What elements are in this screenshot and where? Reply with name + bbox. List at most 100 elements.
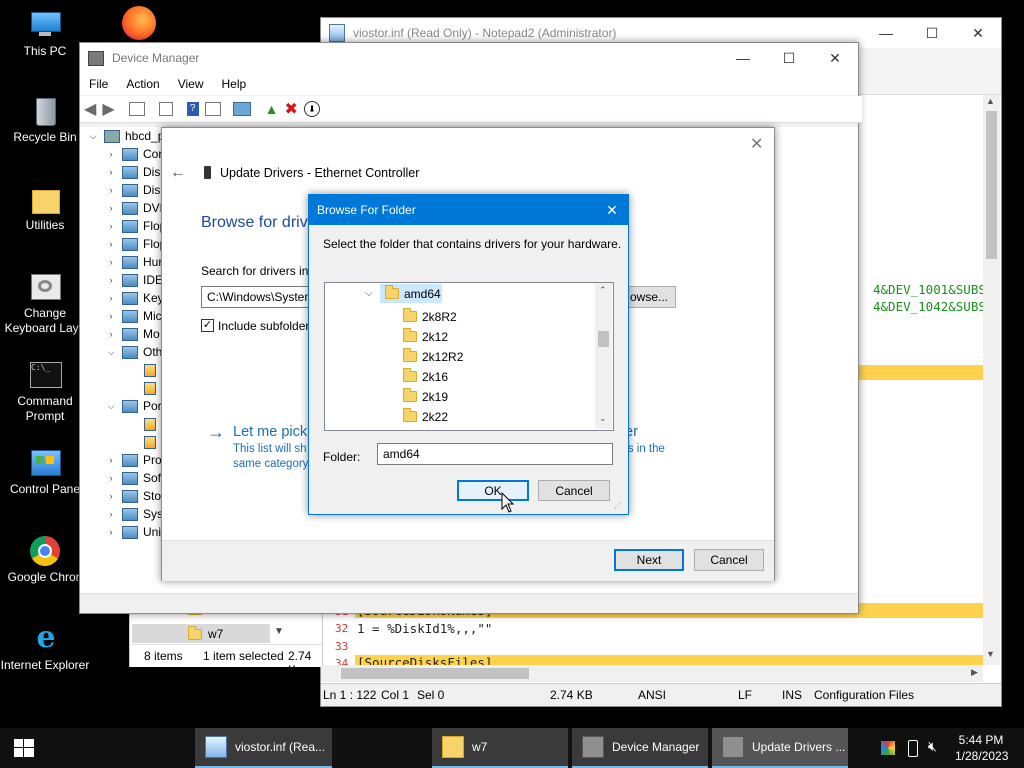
volume-muted-icon[interactable]: 🔇︎ bbox=[928, 738, 937, 755]
tree-category[interactable]: › Disk bbox=[106, 163, 167, 181]
taskbar-item-device-manager[interactable]: Device Manager bbox=[572, 728, 708, 768]
chevron-right-icon[interactable]: › bbox=[106, 221, 116, 231]
tree-item[interactable]: 2k22 bbox=[422, 410, 448, 424]
tree-device-item[interactable] bbox=[138, 379, 161, 397]
tree-item[interactable]: 2k19 bbox=[422, 390, 448, 404]
tree-item[interactable]: 2k12R2 bbox=[422, 350, 463, 364]
chevron-right-icon[interactable]: › bbox=[106, 455, 116, 465]
chevron-down-icon[interactable]: ⌵ bbox=[106, 347, 116, 358]
tree-category[interactable]: › IDE bbox=[106, 271, 164, 289]
desktop-icon-command-prompt[interactable]: C:\_ Command Prompt bbox=[0, 360, 90, 424]
scan-hardware-icon[interactable] bbox=[232, 102, 251, 116]
tree-item-selected[interactable]: amd64 bbox=[404, 287, 441, 301]
maximize-button[interactable]: ☐ bbox=[909, 18, 955, 48]
tree-item[interactable]: 2k8R2 bbox=[422, 310, 457, 324]
cancel-button[interactable]: Cancel bbox=[694, 549, 764, 571]
resize-grip-icon[interactable]: ⋰ bbox=[614, 501, 622, 510]
tree-category[interactable]: › Soft bbox=[106, 469, 165, 487]
menu-action[interactable]: Action bbox=[117, 77, 168, 91]
tree-category[interactable]: › Hur bbox=[106, 253, 163, 271]
help-icon[interactable]: ? bbox=[186, 102, 199, 116]
scroll-down-icon[interactable]: ⌄ bbox=[599, 413, 607, 424]
desktop-icon-utilities[interactable]: Utilities bbox=[0, 184, 90, 233]
scroll-up-icon[interactable]: ⌃ bbox=[599, 285, 607, 296]
update-driver-icon[interactable]: ▲ bbox=[265, 101, 279, 117]
usb-tray-icon[interactable] bbox=[908, 740, 918, 757]
color-tray-icon[interactable] bbox=[881, 741, 895, 755]
chevron-right-icon[interactable]: › bbox=[106, 329, 116, 339]
next-button[interactable]: Next bbox=[614, 549, 684, 571]
chevron-right-icon[interactable]: › bbox=[106, 527, 116, 537]
ok-button[interactable]: OK bbox=[457, 480, 529, 501]
minimize-button[interactable]: — bbox=[720, 43, 766, 73]
chevron-right-icon[interactable]: › bbox=[106, 203, 116, 213]
chevron-right-icon[interactable]: › bbox=[106, 275, 116, 285]
chevron-right-icon[interactable]: › bbox=[106, 311, 116, 321]
minimize-button[interactable]: — bbox=[863, 18, 909, 48]
chevron-right-icon[interactable]: › bbox=[106, 185, 116, 195]
tree-category[interactable]: › Mo bbox=[106, 325, 160, 343]
close-button[interactable]: ✕ bbox=[812, 43, 858, 73]
close-button[interactable]: ✕ bbox=[750, 134, 763, 154]
tree-category[interactable]: › Cor bbox=[106, 145, 163, 163]
view-icon[interactable] bbox=[204, 102, 221, 116]
desktop-icon-chrome[interactable]: Google Chron bbox=[0, 536, 90, 585]
chevron-right-icon[interactable]: › bbox=[106, 473, 116, 483]
maximize-button[interactable]: ☐ bbox=[766, 43, 812, 73]
scroll-thumb[interactable] bbox=[341, 668, 529, 679]
taskbar-item-notepad[interactable]: viostor.inf (Rea... bbox=[195, 728, 332, 768]
tree-root[interactable]: ⌵ hbcd_p bbox=[88, 127, 165, 145]
desktop-icon-recycle-bin[interactable]: Recycle Bin bbox=[0, 96, 90, 145]
tree-category[interactable]: › Uni bbox=[106, 523, 162, 541]
scroll-down-icon[interactable]: ▼ bbox=[986, 649, 995, 659]
menu-file[interactable]: File bbox=[80, 77, 117, 91]
tree-scrollbar[interactable]: ⌃ ⌄ bbox=[595, 283, 612, 429]
tree-category[interactable]: › Disp bbox=[106, 181, 168, 199]
tree-device-item[interactable] bbox=[138, 415, 161, 433]
scroll-up-icon[interactable]: ▲ bbox=[986, 96, 995, 106]
clock[interactable]: 5:44 PM 1/28/2023 bbox=[955, 732, 1008, 764]
notepad-hscrollbar[interactable]: ▶ bbox=[321, 665, 983, 682]
tree-category[interactable]: › DVD bbox=[106, 199, 169, 217]
uninstall-icon[interactable]: ✖ bbox=[284, 99, 297, 119]
cancel-button[interactable]: Cancel bbox=[538, 480, 610, 501]
include-subfolders-checkbox[interactable]: ✓ bbox=[201, 319, 214, 332]
tree-category[interactable]: › Stor bbox=[106, 487, 166, 505]
pick-driver-link[interactable]: Let me pick bbox=[233, 424, 307, 440]
tree-device-item[interactable] bbox=[138, 433, 161, 451]
tree-category[interactable]: › Pro bbox=[106, 451, 162, 469]
notepad-vscrollbar[interactable]: ▲ ▼ bbox=[983, 95, 1000, 665]
scroll-thumb[interactable] bbox=[986, 111, 997, 259]
chevron-right-icon[interactable]: › bbox=[106, 149, 116, 159]
properties-icon[interactable] bbox=[128, 102, 145, 116]
tree-category[interactable]: › Key bbox=[106, 289, 164, 307]
chevron-down-icon[interactable]: ⌵ bbox=[88, 131, 98, 142]
desktop-icon-keyboard-layout[interactable]: Change Keyboard Layo bbox=[0, 272, 90, 336]
chevron-down-icon[interactable]: ⌵ bbox=[365, 288, 373, 299]
menu-view[interactable]: View bbox=[169, 77, 213, 91]
chevron-right-icon[interactable]: › bbox=[106, 509, 116, 519]
folder-input[interactable]: amd64 bbox=[377, 443, 613, 465]
taskbar-item-explorer[interactable]: w7 bbox=[432, 728, 568, 768]
chevron-down-icon[interactable]: ⌵ bbox=[106, 401, 116, 412]
browse-button[interactable]: owse... bbox=[622, 286, 676, 308]
tree-item[interactable]: 2k12 bbox=[422, 330, 448, 344]
tree-item[interactable]: 2k16 bbox=[422, 370, 448, 384]
show-hide-icon[interactable] bbox=[158, 102, 173, 116]
windows-start-icon[interactable] bbox=[14, 739, 34, 757]
taskbar-item-update-drivers[interactable]: Update Drivers ... bbox=[712, 728, 848, 768]
desktop-icon-internet-explorer[interactable]: e Internet Explorer bbox=[0, 623, 90, 673]
chevron-right-icon[interactable]: › bbox=[106, 239, 116, 249]
tree-category[interactable]: › Mic bbox=[106, 307, 162, 325]
chevron-right-icon[interactable]: › bbox=[106, 293, 116, 303]
menu-help[interactable]: Help bbox=[213, 77, 256, 91]
list-item[interactable]: w7 bbox=[188, 625, 223, 641]
tree-category[interactable]: › Flop bbox=[106, 235, 167, 253]
desktop-icon-control-panel[interactable]: Control Pane bbox=[0, 448, 90, 497]
scroll-thumb[interactable] bbox=[598, 331, 609, 347]
forward-arrow-icon[interactable]: ▶ bbox=[102, 99, 114, 119]
chevron-right-icon[interactable]: › bbox=[106, 257, 116, 267]
back-arrow-icon[interactable]: ← bbox=[170, 164, 186, 182]
chevron-down-icon[interactable]: ▼ bbox=[274, 626, 284, 637]
tree-category[interactable]: › Syst bbox=[106, 505, 167, 523]
